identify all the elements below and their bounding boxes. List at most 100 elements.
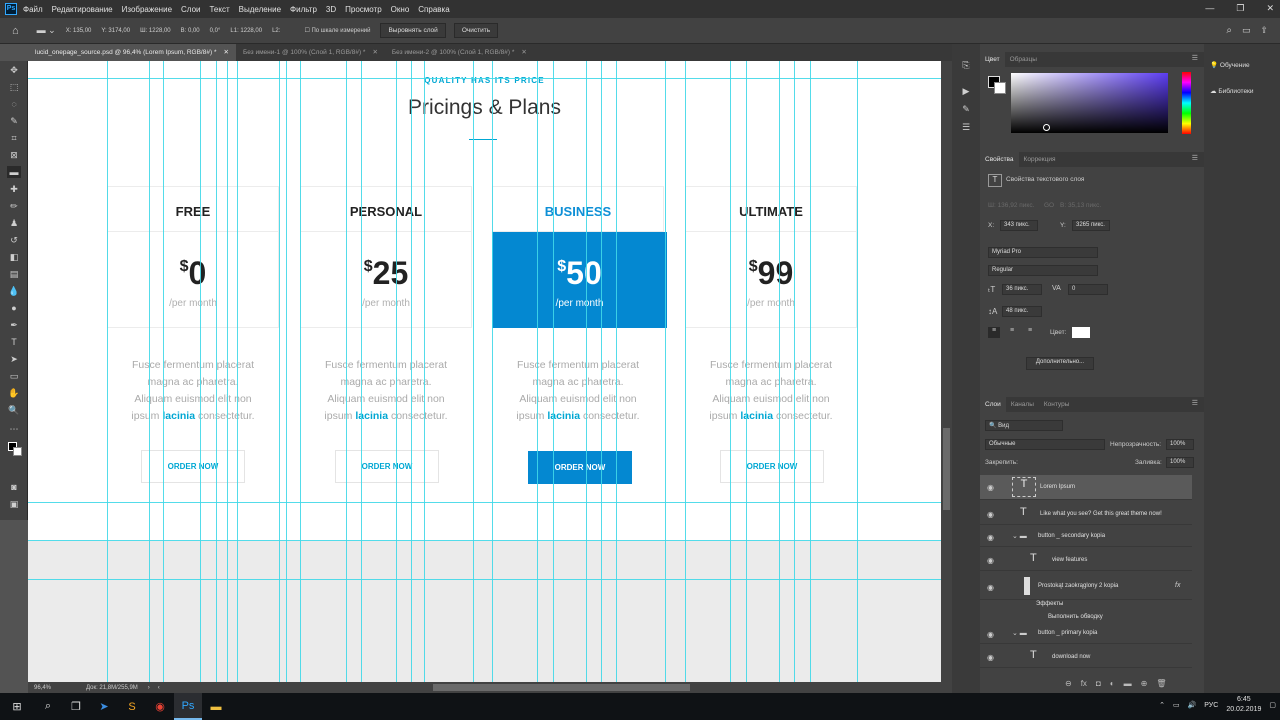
link-layers-icon[interactable]: ⊖ — [1065, 679, 1072, 688]
eye-icon[interactable]: ◉ — [987, 630, 994, 639]
ruler-tool-icon[interactable]: ▬ — [7, 166, 21, 178]
brush-tool-icon[interactable]: ✏ — [7, 200, 21, 212]
tracking-field[interactable]: 0 — [1068, 284, 1108, 295]
adjust-icon[interactable]: ☰ — [960, 122, 972, 134]
color-picker-field[interactable] — [1011, 73, 1168, 133]
tray-arrow-icon[interactable]: ⌃ — [1159, 701, 1165, 709]
tab-adjustments[interactable]: Коррекция — [1019, 152, 1061, 167]
order-now-button[interactable]: ORDER NOW — [141, 450, 245, 483]
font-style-select[interactable]: Regular — [988, 265, 1098, 276]
panel-menu-icon[interactable]: ☰ — [1192, 399, 1198, 407]
home-icon[interactable]: ⌂ — [12, 25, 19, 37]
app-icon[interactable]: ➤ — [90, 693, 118, 720]
type-tool-icon[interactable]: T — [7, 336, 21, 348]
font-size-field[interactable]: 36 пикс. — [1002, 284, 1042, 295]
clock[interactable]: 6:45 20.02.2019 — [1226, 695, 1261, 715]
eraser-tool-icon[interactable]: ◧ — [7, 251, 21, 263]
tab-channels[interactable]: Каналы — [1006, 397, 1039, 412]
actions-icon[interactable]: ▶ — [960, 86, 972, 98]
explorer-icon[interactable]: ▬ — [202, 693, 230, 720]
zoom-tool-icon[interactable]: 🔍 — [7, 404, 21, 416]
photoshop-logo-icon[interactable]: Ps — [5, 3, 17, 15]
move-tool-icon[interactable]: ✥ — [7, 64, 21, 76]
language-indicator[interactable]: РУС — [1204, 702, 1218, 709]
trash-icon[interactable]: 🗑 — [1156, 679, 1166, 688]
menu-image[interactable]: Изображение — [122, 5, 172, 14]
chrome-icon[interactable]: ◉ — [146, 693, 174, 720]
dodge-tool-icon[interactable]: ● — [7, 302, 21, 314]
color-picker-cursor[interactable] — [1043, 124, 1050, 131]
opacity-field[interactable]: 100% — [1166, 439, 1194, 450]
tab-swatches[interactable]: Образцы — [1005, 52, 1042, 67]
align-center-icon[interactable]: ≡ — [1006, 327, 1018, 338]
align-layer-button[interactable]: Выровнять слой — [380, 23, 446, 38]
clear-button[interactable]: Очистить — [453, 23, 499, 38]
layer-row[interactable]: ◉ T Like what you see? Get this great th… — [980, 503, 1192, 525]
tab-lucid-onepage[interactable]: lucid_onepage_source.psd @ 96,4% (Lorem … — [28, 44, 236, 61]
fill-field[interactable]: 100% — [1166, 457, 1194, 468]
fx-icon[interactable]: fx — [1081, 679, 1087, 688]
vertical-scroll-thumb[interactable] — [943, 428, 950, 510]
mask-icon[interactable]: ◘ — [1096, 679, 1101, 688]
layer-row[interactable]: ◉ ⌄ ▬ button _ primary kopia — [980, 624, 1192, 644]
learn-item[interactable]: 💡 Обучение — [1210, 61, 1250, 69]
menu-filter[interactable]: Фильтр — [290, 5, 317, 14]
brush-settings-icon[interactable]: ✎ — [960, 104, 972, 116]
task-view-icon[interactable]: ❐ — [62, 693, 90, 720]
vertical-scrollbar[interactable] — [941, 61, 952, 682]
group-icon[interactable]: ▬ — [1124, 679, 1132, 688]
tab-properties[interactable]: Свойства — [980, 152, 1019, 167]
close-icon[interactable]: ✕ — [223, 49, 228, 56]
menu-select[interactable]: Выделение — [239, 5, 281, 14]
stamp-tool-icon[interactable]: ♟ — [7, 217, 21, 229]
menu-file[interactable]: Файл — [23, 5, 43, 14]
layer-row[interactable]: ◉ ⌄ ▬ button _ secondary kopia — [980, 527, 1192, 547]
y-field[interactable]: 3265 пикс. — [1072, 220, 1110, 231]
hue-slider[interactable] — [1182, 72, 1191, 134]
tab-color[interactable]: Цвет — [980, 52, 1005, 67]
layer-row[interactable]: ◉ T download now — [980, 646, 1192, 668]
menu-view[interactable]: Просмотр — [345, 5, 382, 14]
history-brush-icon[interactable]: ↺ — [7, 234, 21, 246]
font-family-select[interactable]: Myriad Pro — [988, 247, 1098, 258]
eye-icon[interactable]: ◉ — [987, 653, 994, 662]
scale-checkbox[interactable]: ☐ По шкале измерений — [304, 27, 370, 34]
photoshop-taskbar-icon[interactable]: Ps — [174, 693, 202, 720]
volume-icon[interactable]: 🔊 — [1188, 701, 1197, 709]
sublime-icon[interactable]: S — [118, 693, 146, 720]
network-icon[interactable]: ▭ — [1173, 701, 1180, 709]
quick-select-icon[interactable]: ✎ — [7, 115, 21, 127]
tab-untitled-2[interactable]: Без имени-2 @ 100% (Слой 1, RGB/8#) * ✕ — [385, 44, 534, 61]
ruler-tool-icon[interactable]: ▬ ⌄ — [37, 25, 56, 36]
share-icon[interactable]: ⇪ — [1260, 25, 1268, 36]
pen-tool-icon[interactable]: ✒ — [7, 319, 21, 331]
background-color[interactable] — [994, 82, 1006, 94]
menu-layers[interactable]: Слои — [181, 5, 200, 14]
document-canvas[interactable]: QUALITY HAS ITS PRICE Pricings & Plans F… — [28, 61, 941, 682]
blur-tool-icon[interactable]: 💧 — [7, 285, 21, 297]
notifications-icon[interactable]: ▢ — [1269, 701, 1276, 709]
workspace-icon[interactable]: ▭ — [1242, 25, 1251, 36]
more-tools-icon[interactable]: ⋯ — [7, 423, 21, 435]
maximize-icon[interactable]: ❐ — [1236, 3, 1244, 14]
link-icon[interactable]: GO — [1044, 202, 1054, 209]
gradient-tool-icon[interactable]: ▤ — [7, 268, 21, 280]
windows-start-icon[interactable]: ⊞ — [0, 693, 34, 720]
crop-tool-icon[interactable]: ⌗ — [7, 132, 21, 144]
tab-untitled-1[interactable]: Без имени-1 @ 100% (Слой 1, RGB/8#) * ✕ — [236, 44, 385, 61]
layer-filter-select[interactable]: 🔍 Вид — [985, 420, 1063, 431]
eye-icon[interactable]: ◉ — [987, 510, 994, 519]
close-icon[interactable]: ✕ — [372, 49, 377, 56]
panel-menu-icon[interactable]: ☰ — [1192, 154, 1198, 162]
healing-tool-icon[interactable]: ✚ — [7, 183, 21, 195]
eye-icon[interactable]: ◉ — [987, 483, 994, 492]
search-icon[interactable]: ⌕ — [1226, 25, 1232, 36]
path-select-icon[interactable]: ➤ — [7, 353, 21, 365]
layer-row[interactable]: ◉ Prostokąt zaokrąglony 2 kopia fx — [980, 574, 1192, 600]
frame-tool-icon[interactable]: ⊠ — [7, 149, 21, 161]
align-left-icon[interactable]: ≡ — [988, 327, 1000, 338]
close-icon[interactable]: ✕ — [1266, 3, 1274, 14]
libraries-item[interactable]: ☁ Библиотеки — [1210, 87, 1254, 95]
menu-window[interactable]: Окно — [391, 5, 410, 14]
lasso-tool-icon[interactable]: ◌ — [7, 98, 21, 110]
